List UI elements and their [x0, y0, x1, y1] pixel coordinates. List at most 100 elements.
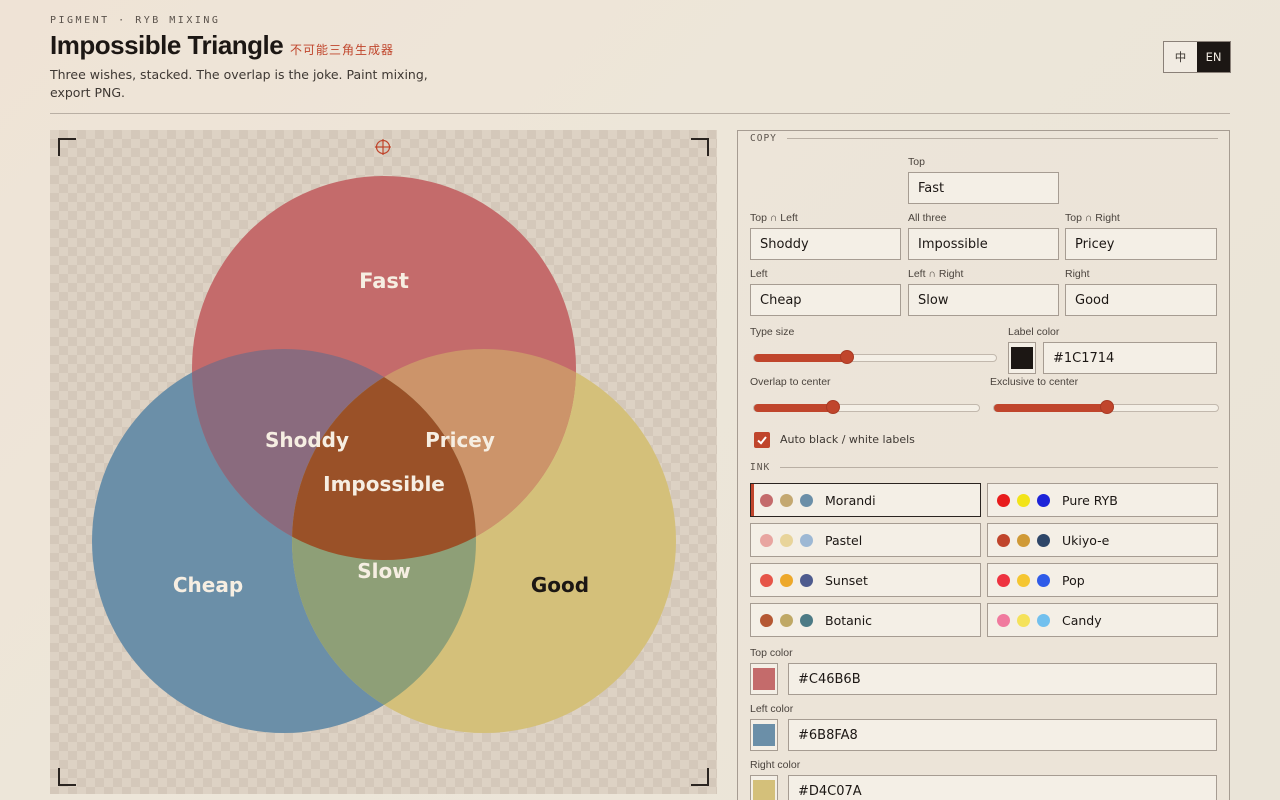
auto-labels-checkbox[interactable] [754, 432, 770, 448]
ink-section-header: INK [750, 462, 1218, 473]
ink-color-dot [997, 613, 1010, 627]
top-left-field-label: Top ∩ Left [750, 212, 798, 224]
exclusive-slider-fill [994, 404, 1107, 412]
right-color-label: Right color [750, 759, 801, 771]
crosshair-icon[interactable] [375, 139, 391, 155]
overlap-slider-handle[interactable] [826, 400, 841, 414]
right-color-chip [753, 780, 775, 800]
top-color-swatch[interactable] [750, 663, 778, 695]
left-color-swatch[interactable] [750, 719, 778, 751]
crop-corner-bottom-right [691, 768, 709, 786]
overlap-slider-fill [754, 404, 834, 412]
top-text-input[interactable]: Fast [908, 172, 1059, 204]
ink-color-dot [780, 533, 793, 547]
crop-corner-bottom-left [58, 768, 76, 786]
all-three-field-label: All three [908, 212, 947, 224]
ink-preset-name: Morandi [825, 492, 876, 508]
ink-color-dot [1017, 533, 1030, 547]
ink-color-dot [1037, 613, 1050, 627]
ink-preset-morandi[interactable]: Morandi [750, 483, 981, 517]
ink-color-dot [780, 573, 793, 587]
ink-color-dot [780, 493, 793, 507]
left-right-text-input[interactable]: Slow [908, 284, 1059, 316]
right-text-input[interactable]: Good [1065, 284, 1217, 316]
label-top-right: Pricey [425, 428, 495, 452]
ink-color-dot [997, 493, 1010, 507]
top-color-label: Top color [750, 647, 793, 659]
venn-canvas[interactable]: Fast Shoddy Pricey Impossible Cheap Slow… [50, 130, 717, 794]
page-title: Impossible Triangle [50, 30, 284, 60]
ink-color-dot [800, 613, 813, 627]
label-center: Impossible [323, 472, 445, 496]
eyebrow-label: PIGMENT · RYB MIXING [50, 15, 221, 26]
label-color-chip [1011, 347, 1033, 369]
ink-preset-sunset[interactable]: Sunset [750, 563, 981, 597]
label-right: Good [531, 573, 589, 597]
label-top-left: Shoddy [265, 428, 349, 452]
page-subtitle-cn: 不可能三角生成器 [290, 43, 395, 57]
top-color-input[interactable]: #C46B6B [788, 663, 1217, 695]
exclusive-to-center-slider[interactable] [993, 400, 1219, 414]
type-size-slider[interactable] [753, 350, 997, 364]
header-divider [50, 113, 1230, 114]
left-color-chip [753, 724, 775, 746]
left-color-label: Left color [750, 703, 794, 715]
type-size-slider-fill [754, 354, 847, 362]
label-left: Cheap [173, 573, 243, 597]
exclusive-to-center-label: Exclusive to center [990, 376, 1079, 388]
right-color-swatch[interactable] [750, 775, 778, 800]
ink-preset-name: Ukiyo-e [1062, 532, 1110, 548]
type-size-slider-handle[interactable] [839, 350, 854, 364]
ink-preset-name: Botanic [825, 612, 873, 628]
ink-color-dot [997, 533, 1010, 547]
label-color-label: Label color [1008, 326, 1060, 338]
label-color-swatch[interactable] [1008, 342, 1036, 374]
ink-color-dot [780, 613, 793, 627]
ink-color-dot [1017, 573, 1030, 587]
left-color-input[interactable]: #6B8FA8 [788, 719, 1217, 751]
ink-color-dot [997, 573, 1010, 587]
label-color-input[interactable]: #1C1714 [1043, 342, 1217, 374]
all-three-text-input[interactable]: Impossible [908, 228, 1059, 260]
ink-color-dot [760, 613, 773, 627]
label-top: Fast [359, 269, 409, 293]
type-size-label: Type size [750, 326, 795, 338]
ink-preset-candy[interactable]: Candy [987, 603, 1218, 637]
ink-color-dot [800, 533, 813, 547]
label-left-right: Slow [357, 559, 410, 583]
ink-preset-pop[interactable]: Pop [987, 563, 1218, 597]
top-right-text-input[interactable]: Pricey [1065, 228, 1217, 260]
ink-color-dot [800, 573, 813, 587]
left-right-field-label: Left ∩ Right [908, 268, 964, 280]
top-left-text-input[interactable]: Shoddy [750, 228, 901, 260]
ink-preset-name: Pop [1062, 572, 1085, 588]
checkmark-icon [757, 436, 767, 445]
ink-section-label: INK [750, 462, 771, 473]
left-text-input[interactable]: Cheap [750, 284, 901, 316]
overlap-to-center-slider[interactable] [753, 400, 980, 414]
ink-preset-pure-ryb[interactable]: Pure RYB [987, 483, 1218, 517]
page-tagline: Three wishes, stacked. The overlap is th… [50, 67, 428, 100]
ink-preset-name: Candy [1062, 612, 1102, 628]
right-field-label: Right [1065, 268, 1090, 280]
language-toggle: 中 EN [1163, 41, 1231, 73]
ink-preset-ukiyo-e[interactable]: Ukiyo-e [987, 523, 1218, 557]
ink-color-dot [760, 493, 773, 507]
ink-preset-pastel[interactable]: Pastel [750, 523, 981, 557]
lang-zh-button[interactable]: 中 [1164, 42, 1197, 72]
ink-preset-name: Pure RYB [1062, 492, 1118, 508]
copy-section-header: COPY [750, 133, 1218, 144]
ink-color-dot [760, 573, 773, 587]
top-color-chip [753, 668, 775, 690]
exclusive-slider-handle[interactable] [1100, 400, 1114, 414]
lang-en-button[interactable]: EN [1197, 42, 1230, 72]
ink-color-dot [1037, 573, 1050, 587]
ink-preset-name: Sunset [825, 572, 868, 588]
ink-color-dot [1017, 493, 1030, 507]
ink-preset-botanic[interactable]: Botanic [750, 603, 981, 637]
control-panel: COPY Top Fast Top ∩ Left Shoddy All thre… [737, 130, 1230, 800]
ink-color-dot [1037, 493, 1050, 507]
venn-diagram: Fast Shoddy Pricey Impossible Cheap Slow… [92, 139, 676, 733]
left-field-label: Left [750, 268, 768, 280]
right-color-input[interactable]: #D4C07A [788, 775, 1217, 800]
